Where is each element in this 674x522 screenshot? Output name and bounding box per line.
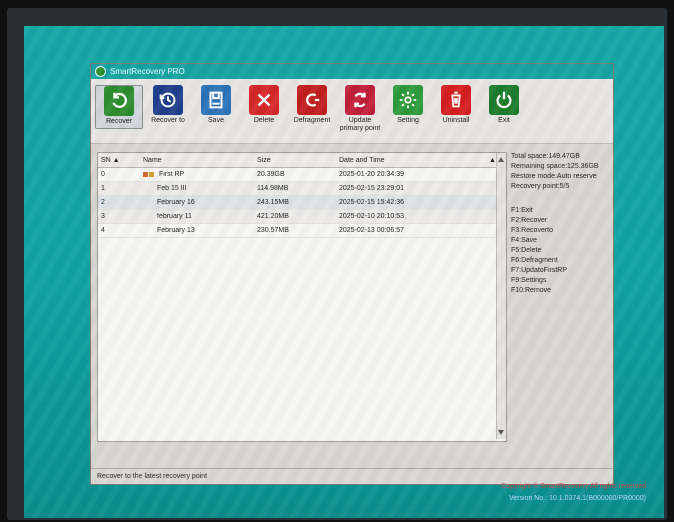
toolbar: Recover Recover to Save Delete Defragmen… [91, 79, 613, 144]
uninstall-button[interactable]: Uninstall [433, 85, 479, 125]
name-cell: February 13 [157, 227, 195, 234]
delete-button[interactable]: Delete [241, 85, 287, 125]
save-icon [201, 85, 231, 115]
title-bar: SmartRecovery PRO [91, 64, 613, 79]
sn-column-header[interactable]: SN ▲ [98, 157, 140, 164]
shortcut-f7: F7:UpdatoFirstRP [511, 267, 568, 274]
version-text: Version No.: 10.1.0374.1(B000000/PR0000) [509, 495, 646, 502]
recover-label: Recover [105, 118, 133, 125]
size-cell: 230.57MB [257, 227, 289, 234]
size-column-header[interactable]: Size [254, 157, 336, 164]
shortcut-f1: F1:Exit [511, 207, 533, 214]
recovery-point-table: SN ▲ Name Size Date and Time ▲ 0 First R… [97, 152, 507, 442]
table-header: SN ▲ Name Size Date and Time ▲ [98, 153, 506, 168]
sn-cell: 4 [101, 227, 105, 234]
shortcut-f3: F3:Recoverto [511, 227, 554, 234]
gear-icon [393, 85, 423, 115]
table-row[interactable]: 3 february 11 421.20MB 2025-02-10 20:10:… [98, 210, 506, 224]
delete-label: Delete [253, 117, 275, 124]
content-area: SN ▲ Name Size Date and Time ▲ 0 First R… [91, 144, 613, 442]
vertical-scrollbar[interactable] [496, 153, 506, 439]
save-button[interactable]: Save [193, 85, 239, 125]
status-text: Recover to the latest recovery point [97, 473, 208, 480]
datetime-column-header[interactable]: Date and Time [336, 157, 486, 164]
sn-cell: 0 [101, 171, 105, 178]
scroll-up-icon[interactable] [498, 157, 504, 162]
shortcut-f9: F9:Settings [511, 277, 547, 284]
size-cell: 243.15MB [257, 199, 289, 206]
datetime-cell: 2025-01-20 20:34:39 [339, 171, 404, 178]
sn-cell: 3 [101, 213, 105, 220]
datetime-cell: 2025-02-15 23:29:01 [339, 185, 404, 192]
datetime-cell: 2025-02-15 15:42:36 [339, 199, 404, 206]
app-icon [95, 66, 106, 77]
shortcut-f2: F2:Recover [511, 217, 548, 224]
lock-icon [143, 171, 148, 177]
shortcut-list: F1:Exit F2:Recover F3:Recoverto F4:Save … [511, 206, 611, 296]
defragment-icon [297, 85, 327, 115]
sn-cell: 1 [101, 185, 105, 192]
update-primary-point-icon [345, 85, 375, 115]
scroll-down-icon[interactable] [498, 430, 504, 435]
name-cell: february 11 [157, 213, 192, 220]
name-cell: Feb 15 III [157, 185, 187, 192]
datetime-cell: 2025-02-13 00:06:57 [339, 227, 404, 234]
recover-to-icon [153, 85, 183, 115]
table-body: 0 First RP 20.39GB 2025-01-20 20:34:39 1… [98, 168, 506, 238]
exit-label: Exit [498, 117, 510, 124]
table-row[interactable]: 2 February 16 243.15MB 2025-02-15 15:42:… [98, 196, 506, 210]
recover-icon [104, 86, 134, 116]
desktop-background: SmartRecovery PRO Recover Recover to Sav… [24, 26, 664, 518]
size-cell: 20.39GB [257, 171, 285, 178]
table-row[interactable]: 0 First RP 20.39GB 2025-01-20 20:34:39 [98, 168, 506, 182]
delete-icon [249, 85, 279, 115]
defragment-label: Defragment [293, 117, 331, 124]
window-title: SmartRecovery PRO [110, 67, 185, 76]
info-panel: Total space:149.47GB Remaining space:125… [511, 152, 611, 440]
app-window: SmartRecovery PRO Recover Recover to Sav… [90, 63, 614, 485]
check-icon [149, 171, 154, 177]
total-space: Total space:149.47GB [511, 153, 580, 160]
update-primary-point-label: Update primary point [339, 117, 381, 132]
copyright-text: Copyright © SmartRecovery All rights res… [501, 483, 646, 490]
save-label: Save [208, 117, 224, 124]
recover-to-label: Recover to [151, 117, 185, 124]
photo-frame: SmartRecovery PRO Recover Recover to Sav… [0, 0, 674, 522]
name-column-header[interactable]: Name [140, 157, 254, 164]
table-row[interactable]: 4 February 13 230.57MB 2025-02-13 00:06:… [98, 224, 506, 238]
name-text: First RP [158, 171, 185, 178]
remaining-space: Remaining space:125.36GB [511, 163, 599, 170]
table-row[interactable]: 1 Feb 15 III 114.98MB 2025-02-15 23:29:0… [98, 182, 506, 196]
exit-button[interactable]: Exit [481, 85, 527, 125]
status-bar: Recover to the latest recovery point [91, 468, 613, 484]
setting-label: Setting [397, 117, 419, 124]
sn-cell: 2 [101, 199, 105, 206]
name-cell: February 16 [157, 199, 195, 206]
recover-to-button[interactable]: Recover to [145, 85, 191, 125]
monitor-bezel: SmartRecovery PRO Recover Recover to Sav… [7, 8, 667, 520]
update-primary-point-button[interactable]: Update primary point [337, 85, 383, 133]
exit-icon [489, 85, 519, 115]
recovery-point-count: Recovery point:5/5 [511, 183, 570, 190]
name-cell: First RP [140, 171, 254, 178]
datetime-cell: 2025-02-10 20:10:53 [339, 213, 404, 220]
shortcut-f4: F4:Save [511, 237, 538, 244]
shortcut-f6: F6:Defragment [511, 257, 558, 264]
shortcut-f5: F5:Delete [511, 247, 542, 254]
setting-button[interactable]: Setting [385, 85, 431, 125]
primary-point-icons [143, 171, 155, 177]
restore-mode: Restore mode:Auto reserve [511, 173, 597, 180]
shortcut-f10: F10:Remove [511, 287, 552, 294]
size-cell: 421.20MB [257, 213, 289, 220]
recover-button[interactable]: Recover [95, 85, 143, 129]
defragment-button[interactable]: Defragment [289, 85, 335, 125]
size-cell: 114.98MB [257, 185, 289, 192]
trash-icon [441, 85, 471, 115]
uninstall-label: Uninstall [442, 117, 470, 124]
